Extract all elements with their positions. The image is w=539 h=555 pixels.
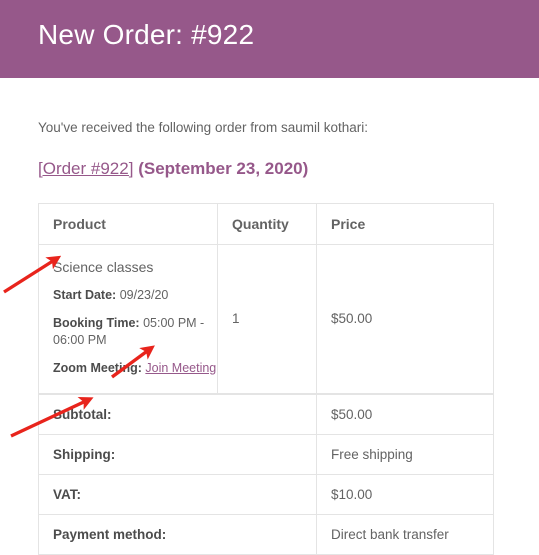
product-meta-start-date: Start Date: 09/23/20 <box>53 287 217 304</box>
summary-label-shipping: Shipping: <box>38 434 317 475</box>
order-link[interactable]: [Order #922] <box>38 159 133 178</box>
email-body: You've received the following order from… <box>0 78 539 555</box>
summary-row-subtotal: Subtotal: $50.00 <box>38 393 494 435</box>
column-header-product: Product <box>38 203 218 245</box>
meta-label-booking-time: Booking Time: <box>53 316 140 330</box>
summary-value-subtotal: $50.00 <box>316 393 494 435</box>
product-meta-zoom-meeting: Zoom Meeting: Join Meeting <box>53 360 217 377</box>
order-details-table: Product Quantity Price Science classes S… <box>38 203 494 555</box>
meta-value-start-date: 09/23/20 <box>119 288 169 302</box>
meta-label-zoom-meeting: Zoom Meeting: <box>53 361 142 375</box>
column-header-quantity: Quantity <box>217 203 317 245</box>
product-name: Science classes <box>53 259 154 275</box>
summary-value-vat: $10.00 <box>316 474 494 515</box>
product-meta-booking-time: Booking Time: 05:00 PM - 06:00 PM <box>53 315 217 349</box>
order-summary-line: [Order #922] (September 23, 2020) <box>38 137 501 180</box>
table-header-row: Product Quantity Price <box>38 203 494 245</box>
order-date: (September 23, 2020) <box>138 159 309 178</box>
summary-label-vat: VAT: <box>38 474 317 515</box>
cell-product: Science classes Start Date: 09/23/20 Boo… <box>38 244 218 395</box>
join-meeting-link[interactable]: Join Meeting <box>145 361 216 375</box>
summary-row-payment-method: Payment method: Direct bank transfer <box>38 514 494 555</box>
summary-row-shipping: Shipping: Free shipping <box>38 434 494 475</box>
column-header-price: Price <box>316 203 494 245</box>
cell-price: $50.00 <box>316 244 494 395</box>
intro-text: You've received the following order from… <box>38 120 368 135</box>
meta-label-start-date: Start Date: <box>53 288 117 302</box>
table-row: Science classes Start Date: 09/23/20 Boo… <box>38 244 494 395</box>
order-table-foot: Subtotal: $50.00 Shipping: Free shipping… <box>38 393 494 555</box>
order-table-head: Product Quantity Price <box>38 203 494 245</box>
summary-value-payment-method: Direct bank transfer <box>316 514 494 555</box>
page-title: New Order: #922 <box>38 19 255 50</box>
cell-quantity: 1 <box>217 244 317 395</box>
email-header-banner: New Order: #922 <box>0 0 539 78</box>
summary-label-payment-method: Payment method: <box>38 514 317 555</box>
summary-value-shipping: Free shipping <box>316 434 494 475</box>
summary-label-subtotal: Subtotal: <box>38 393 317 435</box>
summary-row-vat: VAT: $10.00 <box>38 474 494 515</box>
order-table-body: Science classes Start Date: 09/23/20 Boo… <box>38 244 494 395</box>
